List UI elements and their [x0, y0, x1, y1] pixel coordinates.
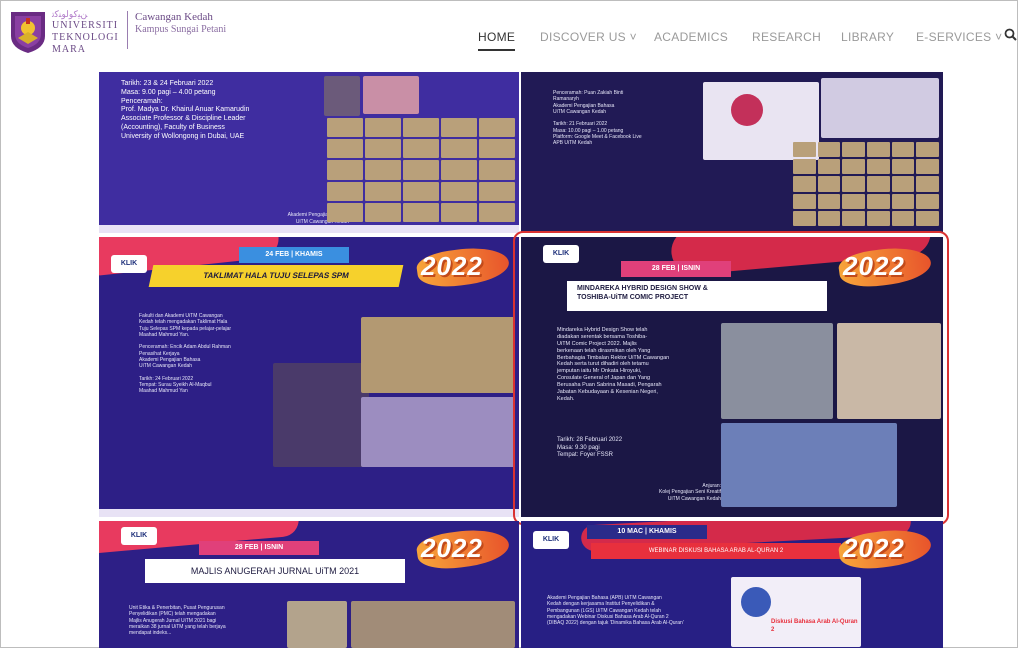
event-photo: [273, 363, 369, 467]
year-label: 2022: [421, 533, 483, 563]
search-icon[interactable]: [1004, 28, 1018, 42]
speaker-photo: [363, 76, 419, 114]
brand-text: ﻦﻴﻛﻮﻟﻮﻨﻛﺗ UNIVERSITI TEKNOLOGI MARA: [52, 10, 119, 55]
event-photo: [351, 601, 515, 648]
nav-academics[interactable]: ACADEMICS: [654, 30, 728, 44]
date-pill: 10 MAC | KHAMIS: [587, 525, 707, 539]
brand-jawi: ﻦﻴﻛﻮﻟﻮﻨﻛﺗ: [52, 9, 88, 19]
poster-webinar-bahasa-arab[interactable]: KLIK 10 MAC | KHAMIS WEBINAR DISKUSI BAH…: [521, 521, 943, 648]
event-title: TAKLIMAT HALA TUJU SELEPAS SPM: [148, 265, 404, 287]
brand-line2: TEKNOLOGI: [52, 32, 119, 43]
nav-research[interactable]: RESEARCH: [752, 30, 821, 44]
nav-active-underline: [478, 49, 515, 51]
nav-library[interactable]: LIBRARY: [841, 30, 894, 44]
speaker-photo: [324, 76, 360, 116]
speaker-avatar: [741, 587, 771, 617]
event-title: MAJLIS ANUGERAH JURNAL UiTM 2021: [145, 559, 405, 583]
screenshot-image: [821, 78, 939, 138]
highlight-box: [513, 231, 949, 525]
speaker-avatar: [731, 94, 763, 126]
event-photo: [287, 601, 347, 648]
klik-badge: KLIK: [121, 527, 157, 545]
nav-discover-us[interactable]: DISCOVER US ˅: [540, 30, 637, 44]
brand-line3: MARA: [52, 44, 87, 55]
poster-lecture[interactable]: Tarikh: 23 & 24 Februari 2022 Masa: 9.00…: [99, 72, 519, 233]
klik-badge: KLIK: [533, 531, 569, 549]
campus-sub: Kampus Sungai Petani: [135, 23, 227, 35]
poster-text: Fakulti dan Akademi UiTM Cawangan Kedah …: [139, 313, 232, 394]
date-pill: 28 FEB | ISNIN: [199, 541, 319, 555]
poster-taklimat[interactable]: KLIK 24 FEB | KHAMIS TAKLIMAT HALA TUJU …: [99, 237, 519, 517]
campus-name: Cawangan Kedah: [135, 11, 213, 23]
brand-divider: [127, 11, 128, 49]
poster-webinar[interactable]: Penceramah: Puan Zakiah Binti Ramanaryh …: [521, 72, 943, 233]
nav-eservices[interactable]: E-SERVICES ˅: [916, 30, 1002, 44]
participant-grid: [327, 118, 515, 222]
year-label: 2022: [421, 251, 483, 281]
poster-footer-bar: [99, 225, 519, 233]
campus-label: Cawangan Kedah Kampus Sungai Petani: [135, 11, 226, 35]
klik-badge: KLIK: [111, 255, 147, 273]
event-photo: [361, 317, 515, 393]
webinar-poster-title: Diskusi Bahasa Arab Al-Quran 2: [771, 619, 858, 633]
poster-text: Tarikh: 23 & 24 Februari 2022 Masa: 9.00…: [121, 80, 250, 140]
participant-grid: [793, 142, 939, 226]
poster-text: Unit Etika & Penerbitan, Pusat Pengurusa…: [129, 605, 226, 636]
uitm-logo[interactable]: [9, 10, 47, 54]
poster-text: Akademi Pengajian Bahasa (APB) UiTM Cawa…: [547, 595, 684, 626]
nav-home[interactable]: HOME: [478, 30, 515, 44]
poster-anugerah-jurnal[interactable]: KLIK 28 FEB | ISNIN MAJLIS ANUGERAH JURN…: [99, 521, 519, 648]
year-label: 2022: [843, 533, 905, 563]
date-pill: 24 FEB | KHAMIS: [239, 247, 349, 263]
event-title: WEBINAR DISKUSI BAHASA ARAB AL-QURAN 2: [591, 543, 841, 559]
event-photo: [361, 397, 515, 467]
poster-footer-bar: [99, 509, 519, 517]
poster-text: Penceramah: Puan Zakiah Binti Ramanaryh …: [553, 90, 642, 146]
brand-line1: UNIVERSITI: [52, 20, 119, 31]
